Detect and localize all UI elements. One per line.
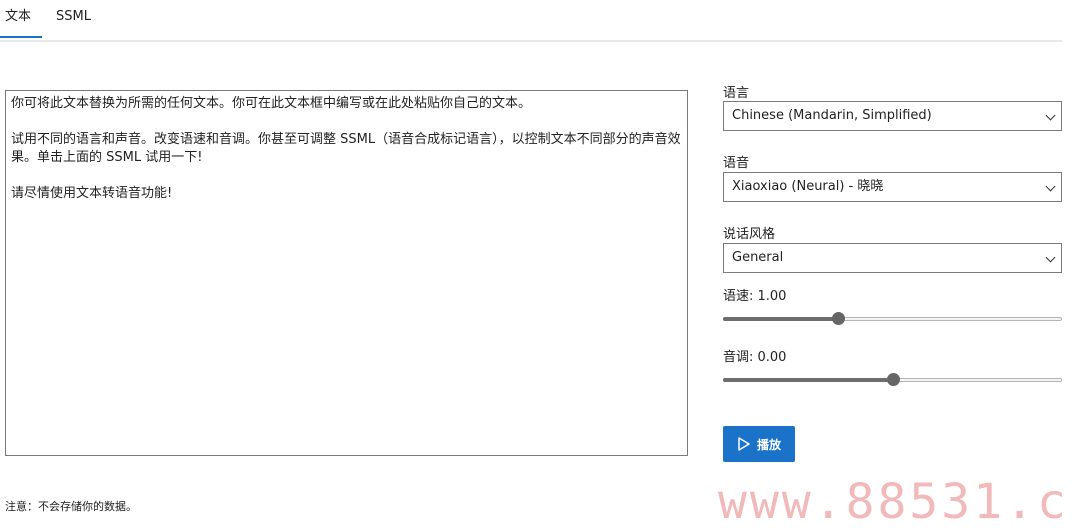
- slider-thumb[interactable]: [886, 373, 900, 386]
- slider-fill: [723, 317, 839, 321]
- tab-bar: 文本 SSML: [0, 0, 1062, 42]
- pitch-slider[interactable]: [723, 372, 1062, 388]
- slider-thumb[interactable]: [832, 312, 846, 325]
- speaking-style-select[interactable]: General: [723, 243, 1062, 273]
- voice-label: 语音: [723, 156, 750, 171]
- language-label: 语言: [723, 86, 750, 101]
- chevron-down-icon: [1045, 252, 1056, 263]
- chevron-down-icon: [1045, 110, 1056, 121]
- slider-fill: [723, 378, 893, 382]
- voice-select-value: Xiaoxiao (Neural) - 晓晓: [732, 179, 884, 194]
- rate-slider[interactable]: [723, 311, 1062, 327]
- editor-paragraph: 你可将此文本替换为所需的任何文本。你可在此文本框中编写或在此处粘贴你自己的文本。: [11, 96, 532, 111]
- language-select[interactable]: Chinese (Mandarin, Simplified): [723, 101, 1062, 131]
- language-select-value: Chinese (Mandarin, Simplified): [732, 108, 932, 123]
- tab-ssml[interactable]: SSML: [56, 0, 91, 38]
- style-select-value: General: [732, 250, 784, 265]
- privacy-note: 注意：不会存储你的数据。: [5, 500, 137, 513]
- chevron-down-icon: [1045, 181, 1056, 192]
- play-triangle-icon: [738, 437, 750, 451]
- editor-paragraph: 请尽情使用文本转语音功能!: [11, 186, 173, 201]
- editor-paragraph: 试用不同的语言和声音。改变语速和音调。你甚至可调整 SSML（语音合成标记语言）…: [11, 132, 681, 165]
- tab-text[interactable]: 文本: [0, 0, 42, 38]
- voice-select[interactable]: Xiaoxiao (Neural) - 晓晓: [723, 172, 1062, 202]
- text-input-area[interactable]: 你可将此文本替换为所需的任何文本。你可在此文本框中编写或在此处粘贴你自己的文本。…: [5, 90, 688, 456]
- play-button[interactable]: 播放: [723, 426, 795, 462]
- play-button-label: 播放: [756, 437, 781, 452]
- watermark: www.88531.cn: [718, 474, 1072, 530]
- pitch-label: 音调: 0.00: [723, 350, 787, 365]
- style-label: 说话风格: [723, 227, 776, 242]
- rate-label: 语速: 1.00: [723, 289, 787, 304]
